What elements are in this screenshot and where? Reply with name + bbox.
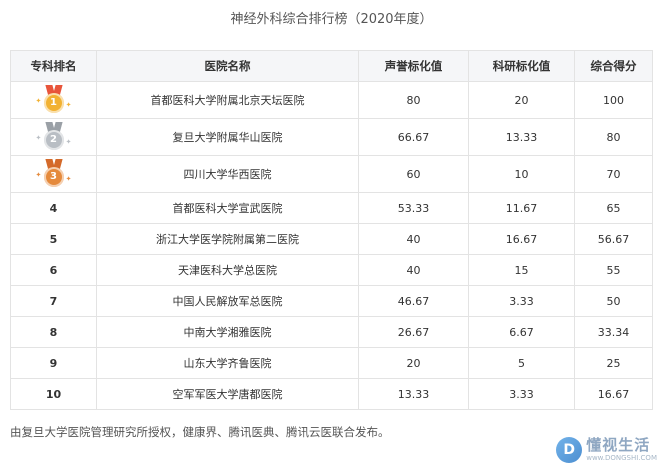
table-row: 6 天津医科大学总医院 40 15 55: [10, 254, 653, 286]
reputation-cell: 20: [358, 347, 469, 379]
research-cell: 10: [468, 155, 575, 193]
total-score-cell: 25: [574, 347, 653, 379]
rank-cell: 10: [10, 378, 97, 410]
hospital-name-cell: 四川大学华西医院: [96, 155, 359, 193]
hospital-name-cell: 首都医科大学宣武医院: [96, 192, 359, 224]
hospital-name-cell: 天津医科大学总医院: [96, 254, 359, 286]
dongshi-logo-icon: D: [556, 437, 583, 463]
reputation-cell: 46.67: [358, 285, 469, 317]
rank-cell: 4: [10, 192, 97, 224]
total-score-cell: 80: [574, 118, 653, 156]
table-row: 1 ✦ ✦ 首都医科大学附属北京天坛医院 80 20 100: [10, 81, 653, 119]
table-row: 3 ✦ ✦ 四川大学华西医院 60 10 70: [10, 155, 653, 193]
hospital-name-cell: 山东大学齐鲁医院: [96, 347, 359, 379]
footnote: 由复旦大学医院管理研究所授权，健康界、腾讯医典、腾讯云医联合发布。: [10, 425, 390, 439]
research-cell: 3.33: [468, 285, 575, 317]
rank-cell: 1 ✦ ✦: [10, 81, 97, 119]
header-reputation: 声誉标化值: [358, 50, 469, 82]
header-total: 综合得分: [574, 50, 653, 82]
rank-cell: 5: [10, 223, 97, 255]
total-score-cell: 56.67: [574, 223, 653, 255]
ranking-table: 专科排名 医院名称 声誉标化值 科研标化值 综合得分 1 ✦ ✦ 首都医科大学附属北京…: [10, 50, 653, 410]
table-row: 8 中南大学湘雅医院 26.67 6.67 33.34: [10, 316, 653, 348]
rank-cell: 6: [10, 254, 97, 286]
gold-medal-icon: 1 ✦ ✦: [36, 85, 72, 115]
watermark-name: 懂视生活: [586, 436, 651, 454]
reputation-cell: 13.33: [358, 378, 469, 410]
hospital-name-cell: 首都医科大学附属北京天坛医院: [96, 81, 359, 119]
rank-cell: 9: [10, 347, 97, 379]
table-row: 7 中国人民解放军总医院 46.67 3.33 50: [10, 285, 653, 317]
table-row: 10 空军军医大学唐都医院 13.33 3.33 16.67: [10, 378, 653, 410]
header-hospital: 医院名称: [96, 50, 359, 82]
table-row: 2 ✦ ✦ 复旦大学附属华山医院 66.67 13.33 80: [10, 118, 653, 156]
page-title: 神经外科综合排行榜（2020年度）: [230, 12, 433, 27]
reputation-cell: 53.33: [358, 192, 469, 224]
reputation-cell: 40: [358, 254, 469, 286]
total-score-cell: 70: [574, 155, 653, 193]
research-cell: 13.33: [468, 118, 575, 156]
medal-rank-number: 2: [43, 130, 64, 150]
rank-cell: 7: [10, 285, 97, 317]
table-header-row: 专科排名 医院名称 声誉标化值 科研标化值 综合得分: [10, 50, 653, 82]
research-cell: 5: [468, 347, 575, 379]
bronze-medal-icon: 3 ✦ ✦: [36, 159, 72, 189]
reputation-cell: 60: [358, 155, 469, 193]
rank-cell: 3 ✦ ✦: [10, 155, 97, 193]
research-cell: 20: [468, 81, 575, 119]
header-research: 科研标化值: [468, 50, 575, 82]
research-cell: 6.67: [468, 316, 575, 348]
total-score-cell: 16.67: [574, 378, 653, 410]
hospital-name-cell: 浙江大学医学院附属第二医院: [96, 223, 359, 255]
reputation-cell: 66.67: [358, 118, 469, 156]
watermark-url: www.DONGSHI.COM: [586, 454, 657, 462]
total-score-cell: 50: [574, 285, 653, 317]
medal-rank-number: 1: [43, 93, 64, 113]
table-row: 5 浙江大学医学院附属第二医院 40 16.67 56.67: [10, 223, 653, 255]
rank-cell: 8: [10, 316, 97, 348]
reputation-cell: 80: [358, 81, 469, 119]
total-score-cell: 65: [574, 192, 653, 224]
table-row: 9 山东大学齐鲁医院 20 5 25: [10, 347, 653, 379]
total-score-cell: 100: [574, 81, 653, 119]
watermark: D 懂视生活 www.DONGSHI.COM: [556, 437, 657, 463]
hospital-name-cell: 中国人民解放军总医院: [96, 285, 359, 317]
medal-rank-number: 3: [43, 167, 64, 187]
hospital-name-cell: 复旦大学附属华山医院: [96, 118, 359, 156]
reputation-cell: 40: [358, 223, 469, 255]
total-score-cell: 33.34: [574, 316, 653, 348]
research-cell: 3.33: [468, 378, 575, 410]
silver-medal-icon: 2 ✦ ✦: [36, 122, 72, 152]
hospital-name-cell: 空军军医大学唐都医院: [96, 378, 359, 410]
hospital-name-cell: 中南大学湘雅医院: [96, 316, 359, 348]
header-rank: 专科排名: [10, 50, 97, 82]
rank-cell: 2 ✦ ✦: [10, 118, 97, 156]
research-cell: 11.67: [468, 192, 575, 224]
research-cell: 15: [468, 254, 575, 286]
research-cell: 16.67: [468, 223, 575, 255]
total-score-cell: 55: [574, 254, 653, 286]
reputation-cell: 26.67: [358, 316, 469, 348]
table-row: 4 首都医科大学宣武医院 53.33 11.67 65: [10, 192, 653, 224]
